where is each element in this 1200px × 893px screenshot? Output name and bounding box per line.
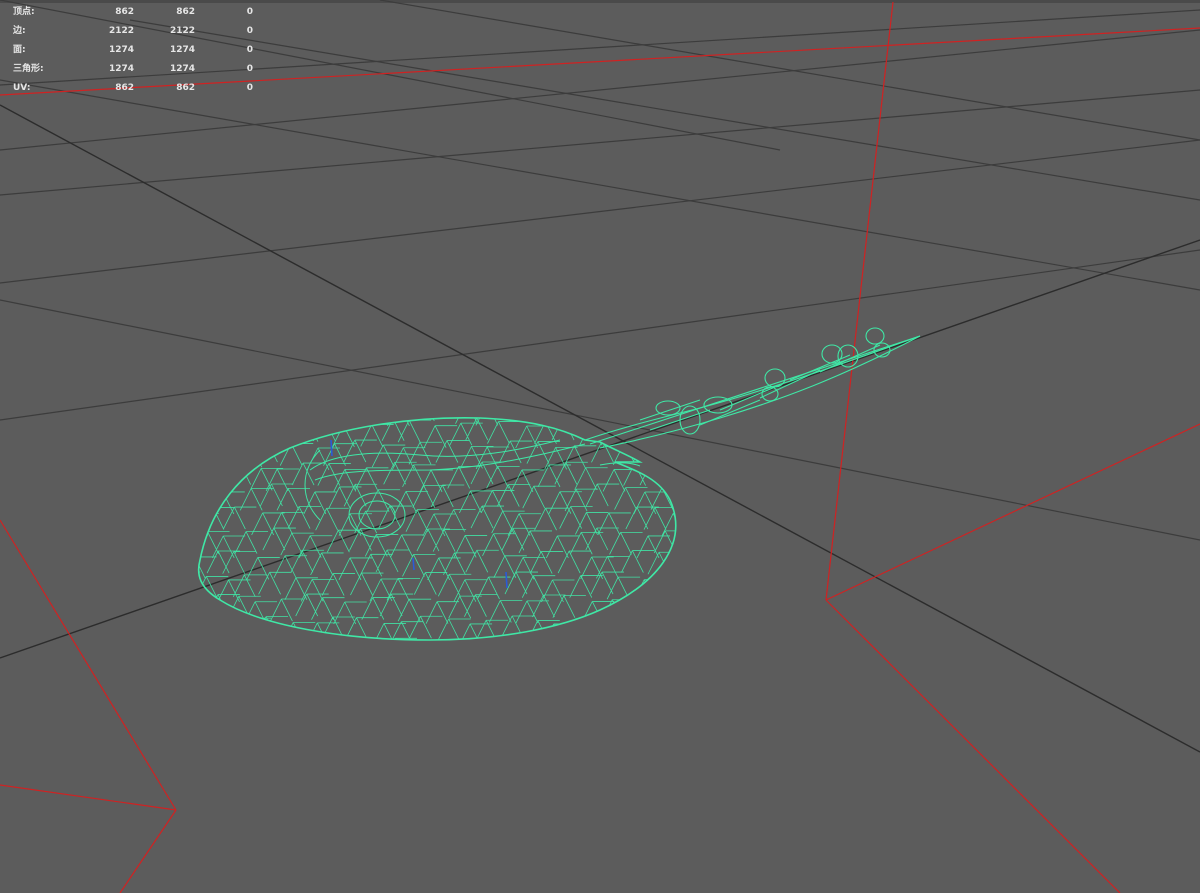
hud-value: 0 (246, 26, 253, 36)
scene-canvas[interactable] (0, 0, 1200, 893)
hud-value: 0 (246, 45, 253, 55)
hud-value: 1274 (169, 64, 195, 74)
hud-value: 1274 (108, 64, 134, 74)
hud-value: 0 (246, 83, 253, 93)
hud-row-edges: 边: 2122 2122 0 (13, 22, 253, 41)
hud-value: 862 (176, 83, 195, 93)
hud-label: 边: (13, 26, 26, 36)
hud-row-uvs: UV: 862 862 0 (13, 79, 253, 98)
hud-value: 1274 (108, 45, 134, 55)
hud-row-faces: 面: 1274 1274 0 (13, 41, 253, 60)
hud-value: 0 (246, 64, 253, 74)
hud-value: 862 (115, 83, 134, 93)
hud-label: UV: (13, 83, 31, 93)
hud-value: 862 (115, 7, 134, 17)
world-axes (0, 104, 1200, 753)
poly-count-hud: 顶点: 862 862 0 边: 2122 2122 0 面: 1274 127… (13, 3, 253, 98)
stingray-wireframe[interactable] (167, 327, 921, 668)
hud-value: 2122 (169, 26, 195, 36)
hud-value: 1274 (169, 45, 195, 55)
hud-label: 三角形: (13, 64, 44, 74)
hud-value: 862 (176, 7, 195, 17)
hud-value: 0 (246, 7, 253, 17)
hud-label: 面: (13, 45, 26, 55)
hud-row-triangles: 三角形: 1274 1274 0 (13, 60, 253, 79)
hud-value: 2122 (108, 26, 134, 36)
3d-viewport[interactable]: 顶点: 862 862 0 边: 2122 2122 0 面: 1274 127… (0, 0, 1200, 893)
hud-row-vertices: 顶点: 862 862 0 (13, 3, 253, 22)
mesh-triangles (198, 417, 676, 640)
hud-label: 顶点: (13, 7, 35, 17)
